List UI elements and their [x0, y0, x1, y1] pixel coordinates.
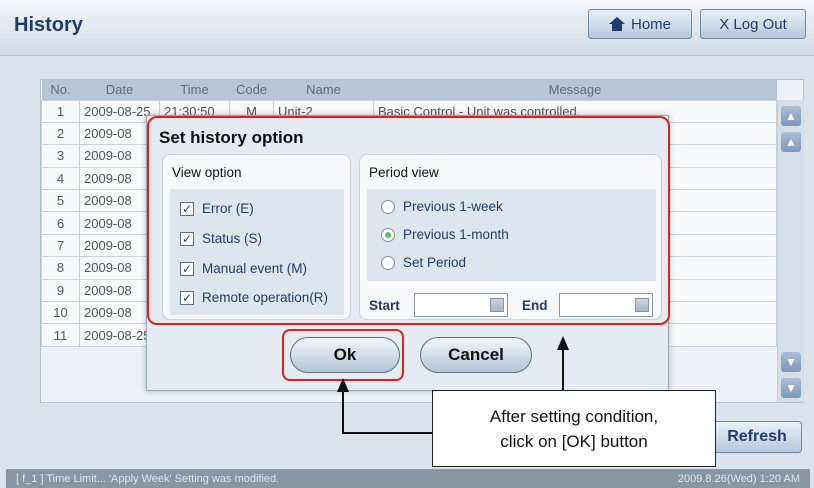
logout-label: X Log Out: [719, 15, 787, 33]
page-title: History: [14, 14, 83, 36]
arrow-up-icon: [557, 336, 569, 350]
home-button[interactable]: Home: [588, 9, 692, 39]
chevron-down-icon[interactable]: ▼: [781, 352, 801, 372]
col-message: Message: [373, 80, 777, 100]
table-cell: 9: [41, 278, 80, 303]
table-cell: 7: [41, 233, 80, 258]
instruction-callout: After setting condition, click on [OK] b…: [432, 390, 716, 467]
col-name: Name: [273, 80, 374, 100]
refresh-button[interactable]: Refresh: [712, 421, 802, 453]
arrow-up-icon: [337, 378, 349, 392]
table-cell: 5: [41, 189, 80, 213]
history-option-dialog: Set history option View option ✓ Error (…: [146, 115, 670, 391]
scrollbar[interactable]: ▲ ▲ ▼ ▼: [777, 100, 804, 402]
double-chevron-down-icon[interactable]: ▼: [781, 378, 801, 398]
col-date: Date: [79, 80, 160, 100]
chevron-up-icon[interactable]: ▲: [781, 132, 801, 152]
status-bar: [ f_1 ] Time Limit... 'Apply Week' Setti…: [6, 469, 810, 488]
status-datetime: 2009.8.26(Wed) 1:20 AM: [677, 472, 800, 485]
home-icon: [608, 17, 625, 31]
col-code: Code: [229, 80, 274, 100]
cancel-button[interactable]: Cancel: [420, 337, 532, 373]
table-cell: 11: [41, 323, 80, 347]
table-cell: 2: [41, 121, 80, 146]
table-cell: 3: [41, 144, 80, 168]
table-cell: 10: [41, 301, 80, 325]
callout-arrow-line: [342, 432, 432, 434]
ok-highlight-box: [282, 329, 404, 381]
table-cell: 8: [41, 256, 80, 280]
status-message: [ f_1 ] Time Limit... 'Apply Week' Setti…: [16, 472, 280, 485]
options-highlight-box: [147, 116, 670, 325]
col-no: No.: [41, 80, 80, 100]
callout-arrow-line: [342, 390, 344, 434]
double-chevron-up-icon[interactable]: ▲: [781, 106, 801, 126]
col-time: Time: [159, 80, 230, 100]
callout-arrow-line: [562, 348, 564, 390]
table-cell: 6: [41, 211, 80, 235]
callout-line-2: click on [OK] button: [500, 431, 648, 451]
header-bar: History Home X Log Out: [0, 0, 814, 56]
table-cell: 1: [41, 99, 80, 123]
table-cell: 4: [41, 166, 80, 191]
logout-button[interactable]: X Log Out: [700, 9, 806, 39]
home-label: Home: [630, 15, 671, 33]
callout-line-1: After setting condition,: [489, 406, 659, 426]
